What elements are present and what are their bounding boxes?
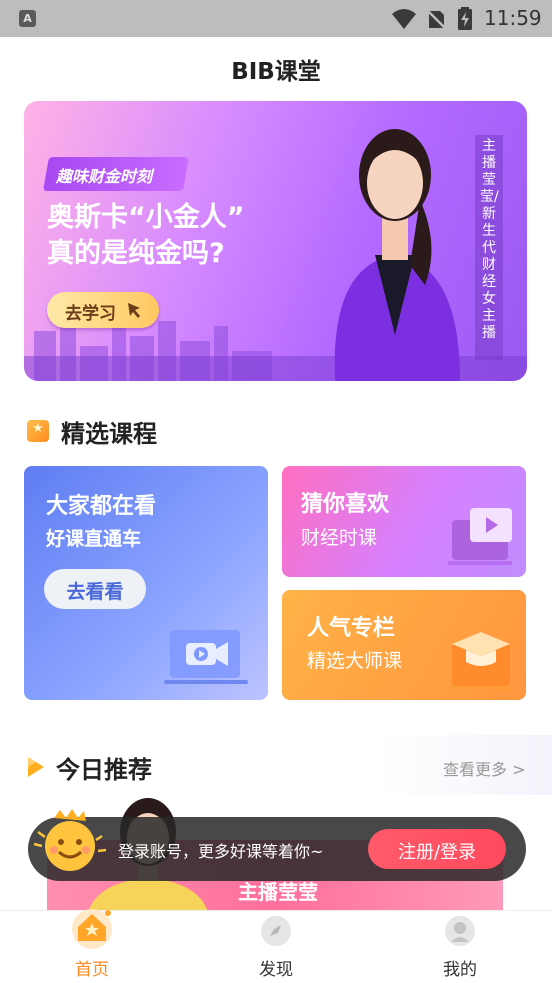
nav-item-discover[interactable]: 发现 (184, 911, 368, 983)
battery-charging-icon (458, 7, 472, 30)
compass-icon (261, 916, 291, 946)
login-prompt-text: 登录账号，更多好课等着你~ (118, 842, 324, 861)
nav-label-profile: 我的 (443, 960, 477, 980)
popular-card-subtitle: 好课直通车 (46, 528, 142, 550)
wifi-icon (392, 9, 416, 29)
view-more-link[interactable]: 查看更多 > (443, 756, 526, 780)
banner-headline-line1: 奥斯卡“小金人” (47, 202, 245, 233)
nav-item-home[interactable]: 首页 (0, 909, 184, 983)
banner-headline-line2: 真的是纯金吗? (47, 238, 225, 269)
guess-card-subtitle: 财经时课 (301, 527, 378, 549)
guess-you-like-card[interactable]: 猜你喜欢 财经时课 (282, 466, 526, 577)
home-icon (72, 909, 112, 949)
bottom-navigation: 首页 发现 我的 (0, 909, 552, 983)
learn-button-label: 去学习 (65, 304, 116, 324)
register-login-label: 注册/登录 (397, 842, 477, 863)
play-triangle-icon (28, 757, 44, 777)
banner-headline: 奥斯卡“小金人” 真的是纯金吗? (47, 200, 245, 272)
banner-host-label: 主播莹莹/新生代财经女主播 (480, 138, 499, 341)
guess-card-title: 猜你喜欢 (301, 492, 390, 517)
nav-label-home: 首页 (75, 960, 109, 980)
banner-tag: 趣味财金时刻 (56, 167, 153, 186)
status-time: 11:59 (484, 6, 542, 30)
host-portrait-illustration (334, 129, 460, 381)
watch-button-label: 去看看 (66, 581, 124, 603)
video-camera-icon (164, 630, 248, 684)
video-player-icon (448, 508, 512, 565)
watch-button[interactable]: 去看看 (44, 569, 146, 609)
popular-card[interactable]: 大家都在看 好课直通车 去看看 (24, 466, 268, 700)
learn-button[interactable]: 去学习 (47, 292, 159, 328)
app-notification-icon: A (19, 10, 36, 27)
profile-icon (445, 916, 475, 946)
page-title: BIB课堂 (231, 59, 321, 85)
smiley-crown-icon (33, 809, 107, 871)
promo-banner[interactable]: 主播莹莹/新生代财经女主播 趣味财金时刻 奥斯卡“小金人” 真的是纯金吗? 去学… (24, 101, 527, 381)
graduation-cap-icon (448, 632, 514, 690)
nav-label-discover: 发现 (259, 960, 293, 980)
status-bar: A 11:59 (0, 0, 552, 37)
no-sim-icon (426, 9, 447, 30)
column-card-title: 人气专栏 (307, 616, 396, 641)
popular-column-card[interactable]: 人气专栏 精选大师课 (282, 590, 526, 700)
column-card-subtitle: 精选大师课 (307, 650, 403, 672)
recommend-section-title: 今日推荐 (56, 756, 152, 784)
popular-card-title: 大家都在看 (46, 494, 157, 519)
nav-item-profile[interactable]: 我的 (368, 911, 552, 983)
cursor-arrow-icon (128, 303, 140, 318)
register-login-button[interactable]: 注册/登录 (368, 829, 506, 869)
star-badge-icon: ★ (27, 420, 49, 442)
featured-section-title: 精选课程 (61, 420, 157, 448)
